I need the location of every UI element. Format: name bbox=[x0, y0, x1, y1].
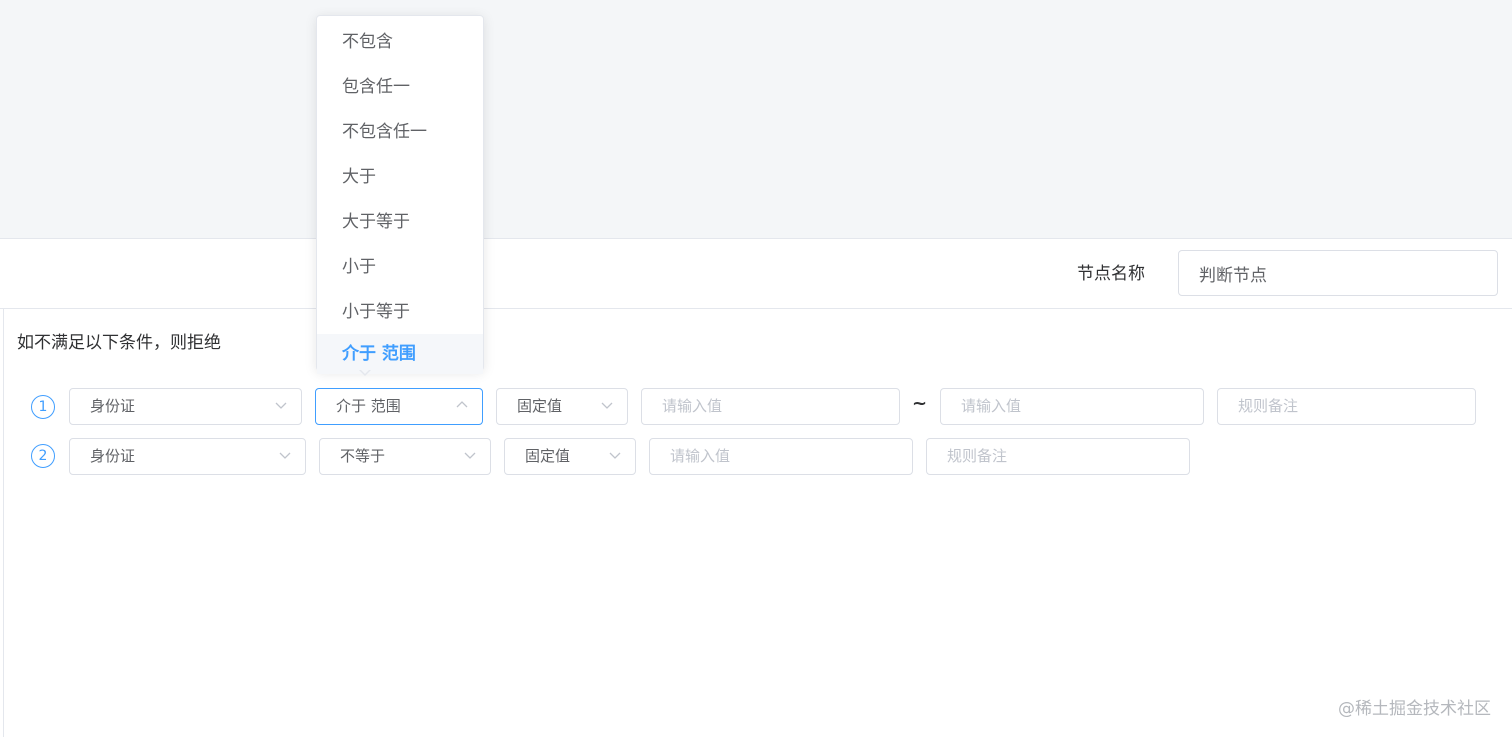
operator-option[interactable]: 包含任一 bbox=[317, 67, 483, 107]
remark-input-placeholder: 规则备注 bbox=[947, 447, 1008, 465]
watermark: @稀土掘金技术社区 bbox=[1338, 699, 1491, 719]
chevron-down-icon bbox=[601, 399, 613, 411]
operator-option[interactable]: 不包含 bbox=[317, 22, 483, 62]
value-input[interactable]: 请输入值 bbox=[649, 438, 913, 475]
operator-option[interactable]: 小于 bbox=[317, 247, 483, 287]
value-input-placeholder: 请输入值 bbox=[662, 397, 723, 415]
left-divider bbox=[3, 309, 4, 737]
operator-option[interactable]: 大于 bbox=[317, 157, 483, 197]
operator-select-value: 不等于 bbox=[340, 447, 386, 465]
operator-option[interactable]: 小于等于 bbox=[317, 292, 483, 332]
chevron-down-icon bbox=[275, 399, 287, 411]
value-type-select-value: 固定值 bbox=[517, 397, 563, 415]
field-select[interactable]: 身份证 bbox=[69, 388, 302, 425]
flow-canvas[interactable] bbox=[0, 0, 1512, 239]
chevron-down-icon bbox=[279, 449, 291, 461]
value-type-select[interactable]: 固定值 bbox=[496, 388, 628, 425]
remark-input[interactable]: 规则备注 bbox=[926, 438, 1190, 475]
chevron-down-icon bbox=[464, 449, 476, 461]
range-separator: ~ bbox=[912, 393, 928, 414]
operator-select[interactable]: 介于 范围 bbox=[315, 388, 483, 425]
field-select-value: 身份证 bbox=[90, 397, 136, 415]
field-select-value: 身份证 bbox=[90, 447, 136, 465]
rule-index-badge: 2 bbox=[31, 444, 55, 468]
operator-select[interactable]: 不等于 bbox=[319, 438, 491, 475]
value-input[interactable]: 请输入值 bbox=[641, 388, 900, 425]
chevron-down-icon bbox=[609, 449, 621, 461]
operator-option[interactable]: 大于等于 bbox=[317, 202, 483, 242]
operator-dropdown: 不包含 包含任一 不包含任一 大于 大于等于 小于 小于等于 介于 范围 bbox=[316, 15, 484, 374]
rule-index-badge: 1 bbox=[31, 395, 55, 419]
operator-select-value: 介于 范围 bbox=[336, 397, 401, 415]
remark-input-placeholder: 规则备注 bbox=[1238, 397, 1299, 415]
node-name-input[interactable] bbox=[1178, 250, 1498, 296]
field-select[interactable]: 身份证 bbox=[69, 438, 306, 475]
value-type-select-value: 固定值 bbox=[525, 447, 571, 465]
operator-option-selected[interactable]: 介于 范围 bbox=[317, 334, 483, 374]
value-type-select[interactable]: 固定值 bbox=[504, 438, 636, 475]
value-input-placeholder: 请输入值 bbox=[670, 447, 731, 465]
remark-input[interactable]: 规则备注 bbox=[1217, 388, 1476, 425]
value2-input-placeholder: 请输入值 bbox=[961, 397, 1022, 415]
node-name-label: 节点名称 bbox=[1077, 264, 1145, 284]
operator-option[interactable]: 不包含任一 bbox=[317, 112, 483, 152]
reject-condition-text: 如不满足以下条件，则拒绝 bbox=[17, 333, 221, 353]
value2-input[interactable]: 请输入值 bbox=[940, 388, 1204, 425]
chevron-up-icon bbox=[456, 399, 468, 411]
dropdown-arrow bbox=[359, 369, 371, 376]
